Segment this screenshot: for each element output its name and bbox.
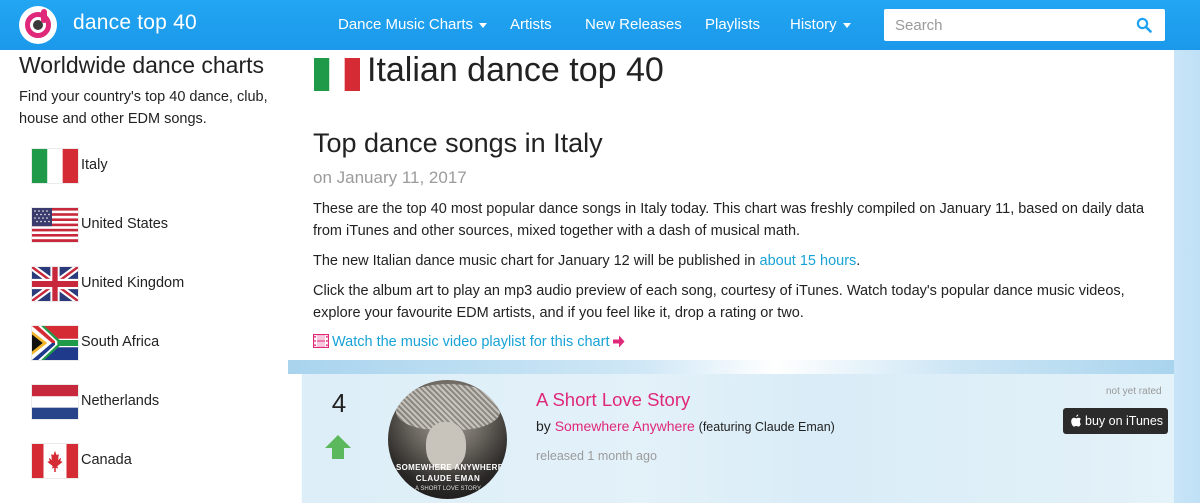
- chart-date: on January 11, 2017: [313, 168, 467, 187]
- sidebar: Worldwide dance charts Find your country…: [0, 50, 288, 503]
- netherlands-flag-icon: [32, 385, 78, 419]
- nav-label: Playlists: [705, 16, 761, 33]
- next-chart-suffix: .: [856, 253, 861, 269]
- arrow-up-icon: [325, 435, 351, 459]
- sidebar-title: Worldwide dance charts: [19, 52, 265, 78]
- apple-icon: [1071, 414, 1081, 427]
- release-date: released 1 month ago: [536, 449, 657, 463]
- search-icon[interactable]: [1136, 17, 1152, 33]
- italy-flag-icon: [314, 58, 360, 91]
- italy-flag-icon: [32, 149, 78, 183]
- sidebar-item-canada[interactable]: Canada: [32, 444, 272, 480]
- chevron-down-icon: [842, 22, 851, 28]
- nav-label: Artists: [510, 16, 552, 33]
- cover-title-text: A SHORT LOVE STORY: [415, 486, 481, 492]
- featuring-text: (featuring Claude Eman): [698, 420, 835, 434]
- nav-label: New Releases: [585, 16, 682, 33]
- nav-dance-music-charts[interactable]: Dance Music Charts: [338, 16, 488, 33]
- sidebar-item-united-states[interactable]: United States: [32, 208, 272, 244]
- next-chart-time-link[interactable]: about 15 hours: [760, 253, 857, 269]
- chevron-down-icon: [479, 22, 488, 28]
- country-name: Netherlands: [81, 393, 160, 409]
- nav-new-releases[interactable]: New Releases: [585, 16, 682, 33]
- uk-flag-icon: [32, 267, 78, 301]
- nav-label: Dance Music Charts: [338, 16, 474, 33]
- sidebar-item-italy[interactable]: Italy: [32, 149, 272, 185]
- top-navbar: dance top 40 Dance Music Charts Artists …: [0, 0, 1200, 50]
- arrow-right-icon: [613, 335, 625, 348]
- nav-artists[interactable]: Artists: [510, 16, 552, 33]
- sidebar-description: Find your country's top 40 dance, club, …: [19, 89, 268, 127]
- country-name: United Kingdom: [81, 275, 185, 291]
- card-header-band: [288, 360, 1174, 374]
- film-icon: [313, 334, 329, 348]
- country-name: United States: [81, 216, 169, 232]
- next-chart-paragraph: The new Italian dance music chart for Ja…: [313, 250, 1158, 272]
- nav-label: History: [790, 16, 837, 33]
- section-subtitle: Top dance songs in Italy: [313, 128, 603, 158]
- song-rank: 4: [331, 388, 347, 418]
- canada-flag-icon: [32, 444, 78, 478]
- page-title: Italian dance top 40: [367, 51, 664, 89]
- country-name: Italy: [81, 157, 108, 173]
- country-name: Canada: [81, 452, 132, 468]
- dance-top-40-logo-icon[interactable]: [19, 6, 57, 44]
- nav-history[interactable]: History: [790, 16, 851, 33]
- artist-link[interactable]: Somewhere Anywhere: [555, 418, 695, 434]
- us-flag-icon: [32, 208, 78, 242]
- intro-paragraph: These are the top 40 most popular dance …: [313, 201, 1145, 239]
- album-art-play-button[interactable]: SOMEWHERE ANYWHERE CLAUDE EMAN A SHORT L…: [388, 380, 507, 499]
- nav-playlists[interactable]: Playlists: [705, 16, 760, 33]
- by-label: by: [536, 418, 551, 434]
- song-title-link[interactable]: A Short Love Story: [536, 389, 690, 411]
- search-input[interactable]: [884, 9, 1165, 41]
- sidebar-item-united-kingdom[interactable]: United Kingdom: [32, 267, 272, 303]
- sidebar-item-netherlands[interactable]: Netherlands: [32, 385, 272, 421]
- rating-status[interactable]: not yet rated: [1106, 386, 1162, 397]
- main-content: Italian dance top 40 Top dance songs in …: [288, 50, 1174, 503]
- country-name: South Africa: [81, 334, 160, 350]
- brand-name[interactable]: dance top 40: [73, 11, 197, 35]
- sidebar-item-south-africa[interactable]: South Africa: [32, 326, 272, 362]
- cover-featured-text: CLAUDE EMAN: [415, 474, 481, 483]
- cover-artist-text: SOMEWHERE ANYWHERE: [396, 463, 504, 472]
- instructions-paragraph: Click the album art to play an mp3 audio…: [313, 283, 1125, 321]
- song-byline: by Somewhere Anywhere (featuring Claude …: [536, 418, 835, 434]
- logo-note-tail: [41, 9, 47, 23]
- song-card: 4 SOMEWHERE ANYWHERE CLAUDE EMAN A SHORT…: [288, 360, 1174, 503]
- south-africa-flag-icon: [32, 326, 78, 360]
- next-chart-text: The new Italian dance music chart for Ja…: [313, 253, 760, 269]
- playlist-link-label: Watch the music video playlist for this …: [332, 334, 610, 350]
- video-playlist-link[interactable]: Watch the music video playlist for this …: [313, 334, 625, 350]
